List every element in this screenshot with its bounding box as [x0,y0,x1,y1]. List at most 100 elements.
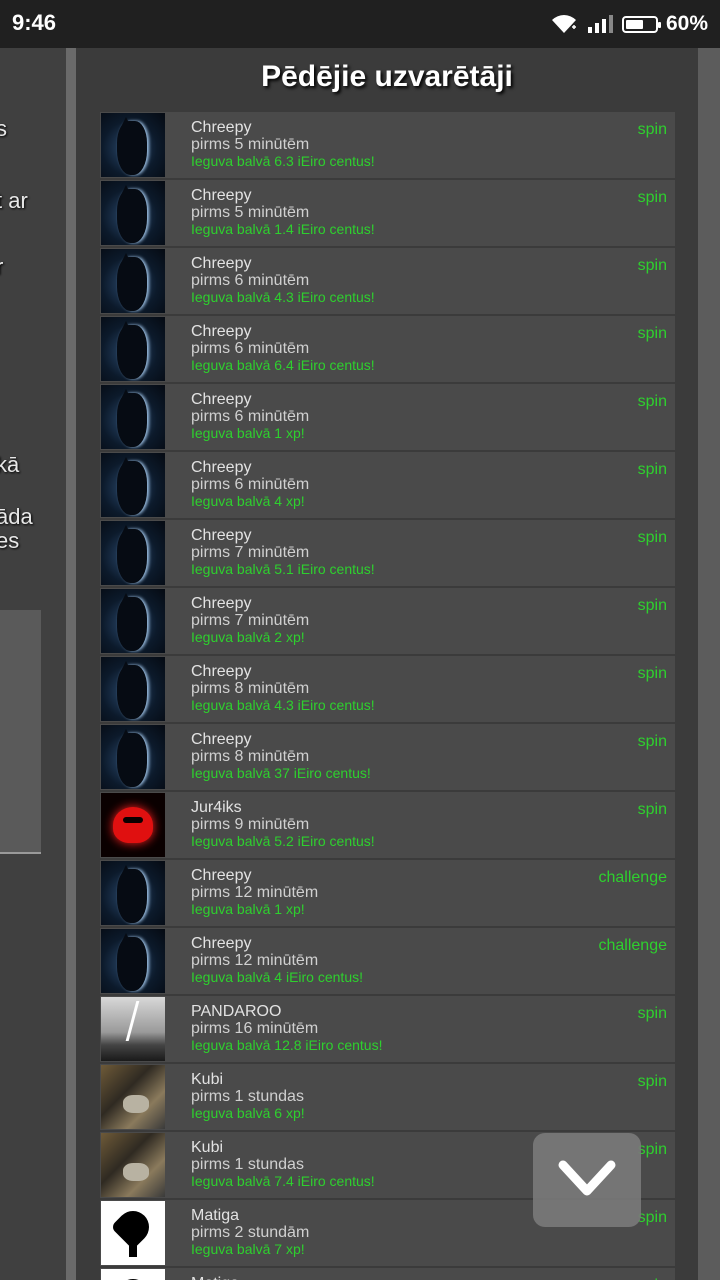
avatar[interactable] [101,181,165,245]
avatar[interactable] [101,1065,165,1129]
winner-row[interactable]: Jur4iks pirms 9 minūtēm Ieguva balvā 5.2 i… [100,792,675,858]
winner-prize: Ieguva balvā 1.4 iEiro centus! [191,221,375,237]
winner-name[interactable]: Chreepy [191,595,251,613]
avatar[interactable] [101,1133,165,1197]
winner-prize: Ieguva balvā 6.3 iEiro centus! [191,153,375,169]
winner-time-ago: pirms 7 minūtēm [191,544,310,561]
status-bar: 9:46 60% [0,0,720,48]
avatar[interactable] [101,589,165,653]
winner-name[interactable]: Matiga [191,1275,239,1280]
panel-border-left [66,48,76,1280]
winner-time-ago: pirms 8 minūtēm [191,748,310,765]
winner-time-ago: pirms 1 stundas [191,1088,304,1105]
winner-name[interactable]: Chreepy [191,527,251,545]
winner-name[interactable]: Chreepy [191,119,251,137]
game-type-link[interactable]: spin [638,801,667,819]
winner-name[interactable]: Chreepy [191,187,251,205]
winner-time-ago: pirms 6 minūtēm [191,340,310,357]
winner-time-ago: pirms 5 minūtēm [191,136,310,153]
avatar[interactable] [101,997,165,1061]
avatar[interactable] [101,725,165,789]
winner-row[interactable]: Chreepy pirms 6 minūtēm Ieguva balvā 4.3 i… [100,248,675,314]
avatar[interactable] [101,113,165,177]
winner-row[interactable]: Chreepy pirms 12 minūtēm Ieguva balvā 4 iE… [100,928,675,994]
winner-prize: Ieguva balvā 4.3 iEiro centus! [191,697,375,713]
winner-time-ago: pirms 1 stundas [191,1156,304,1173]
avatar[interactable] [101,657,165,721]
avatar[interactable] [101,249,165,313]
winner-row[interactable]: Chreepy pirms 6 minūtēm Ieguva balvā 1 xp!… [100,384,675,450]
winner-row[interactable]: Matigaspin [100,1268,675,1280]
winner-row[interactable]: Chreepy pirms 7 minūtēm Ieguva balvā 5.1 i… [100,520,675,586]
scroll-down-button[interactable] [533,1133,641,1227]
game-type-link[interactable]: spin [638,1073,667,1091]
battery-percent: 60% [665,12,708,35]
winner-time-ago: pirms 16 minūtēm [191,1020,319,1037]
winner-name[interactable]: Kubi [191,1139,223,1157]
winner-name[interactable]: Matiga [191,1207,239,1225]
winner-time-ago: pirms 9 minūtēm [191,816,310,833]
background-text: r [0,254,3,280]
avatar[interactable] [101,385,165,449]
avatar[interactable] [101,317,165,381]
winner-name[interactable]: Chreepy [191,663,251,681]
game-type-link[interactable]: spin [638,1209,667,1227]
game-type-link[interactable]: spin [638,1005,667,1023]
game-type-link[interactable]: challenge [599,937,668,955]
avatar[interactable] [101,1201,165,1265]
winner-row[interactable]: PANDAROO pirms 16 minūtēm Ieguva balvā 12.… [100,996,675,1062]
winner-name[interactable]: Chreepy [191,731,251,749]
game-type-link[interactable]: spin [638,733,667,751]
winner-name[interactable]: Jur4iks [191,799,242,817]
winner-name[interactable]: PANDAROO [191,1003,281,1021]
game-type-link[interactable]: challenge [599,869,668,887]
game-type-link[interactable]: spin [638,597,667,615]
winner-time-ago: pirms 2 stundām [191,1224,310,1241]
game-type-link[interactable]: spin [638,461,667,479]
winner-name[interactable]: Chreepy [191,323,251,341]
winner-prize: Ieguva balvā 5.1 iEiro centus! [191,561,375,577]
winner-name[interactable]: Chreepy [191,255,251,273]
signal-icon [587,15,613,33]
game-type-link[interactable]: spin [638,121,667,139]
game-type-link[interactable]: spin [638,393,667,411]
game-type-link[interactable]: spin [638,665,667,683]
game-type-link[interactable]: spin [638,1141,667,1159]
winner-prize: Ieguva balvā 4.3 iEiro centus! [191,289,375,305]
game-type-link[interactable]: spin [638,529,667,547]
game-type-link[interactable]: spin [638,257,667,275]
game-type-link[interactable]: spin [638,189,667,207]
avatar[interactable] [101,929,165,993]
page-title: Pēdējie uzvarētāji [261,60,513,93]
winner-row[interactable]: Chreepy pirms 12 minūtēm Ieguva balvā 1 xp… [100,860,675,926]
avatar[interactable] [101,861,165,925]
background-card [0,610,41,854]
winner-row[interactable]: Chreepy pirms 6 minūtēm Ieguva balvā 6.4 i… [100,316,675,382]
winner-row[interactable]: Chreepy pirms 6 minūtēm Ieguva balvā 4 xp!… [100,452,675,518]
winner-row[interactable]: Chreepy pirms 8 minūtēm Ieguva balvā 4.3 i… [100,656,675,722]
winner-row[interactable]: Chreepy pirms 8 minūtēm Ieguva balvā 37 iE… [100,724,675,790]
winner-prize: Ieguva balvā 6.4 iEiro centus! [191,357,375,373]
winners-list[interactable]: Chreepy pirms 5 minūtēm Ieguva balvā 6.3 i… [100,112,675,1280]
winner-name[interactable]: Chreepy [191,459,251,477]
winner-name[interactable]: Chreepy [191,935,251,953]
recent-winners-panel[interactable]: Pēdējie uzvarētāji Chreepy pirms 5 minūtē… [76,48,698,1280]
winner-time-ago: pirms 6 minūtēm [191,476,310,493]
game-type-link[interactable]: spin [638,325,667,343]
avatar[interactable] [101,1269,165,1280]
winner-row[interactable]: Chreepy pirms 5 minūtēm Ieguva balvā 6.3 i… [100,112,675,178]
avatar[interactable] [101,453,165,517]
winner-prize: Ieguva balvā 1 xp! [191,425,305,441]
winner-row[interactable]: Chreepy pirms 7 minūtēm Ieguva balvā 2 xp!… [100,588,675,654]
winner-prize: Ieguva balvā 1 xp! [191,901,305,917]
avatar[interactable] [101,793,165,857]
winner-name[interactable]: Chreepy [191,867,251,885]
winner-prize: Ieguva balvā 4 xp! [191,493,305,509]
winner-time-ago: pirms 7 minūtēm [191,612,310,629]
winner-name[interactable]: Chreepy [191,391,251,409]
avatar[interactable] [101,521,165,585]
winner-row[interactable]: Kubi pirms 1 stundas Ieguva balvā 6 xp! spi… [100,1064,675,1130]
winner-name[interactable]: Kubi [191,1071,223,1089]
chevron-down-icon [558,1160,616,1196]
winner-row[interactable]: Chreepy pirms 5 minūtēm Ieguva balvā 1.4 i… [100,180,675,246]
